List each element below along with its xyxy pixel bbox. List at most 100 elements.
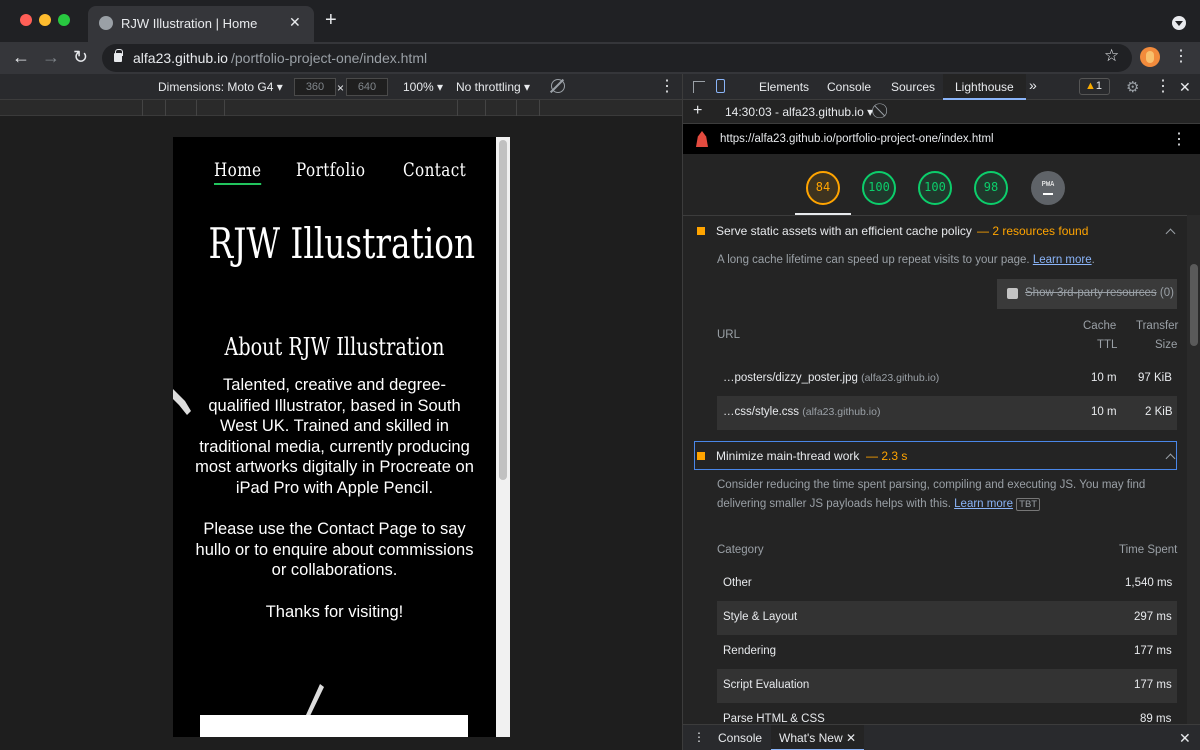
cache-ttl: 10 m (1091, 372, 1117, 384)
page-scrollbar-thumb[interactable] (499, 140, 507, 480)
devtools-menu-icon[interactable]: ⋮ (1155, 79, 1171, 95)
table-row[interactable]: Parse HTML & CSS 89 ms (717, 703, 1177, 724)
report-scrollbar-thumb[interactable] (1190, 264, 1198, 346)
third-party-filter[interactable]: Show 3rd-party resources (0) (997, 279, 1177, 309)
maximize-window-button[interactable] (58, 14, 70, 26)
tab-close-icon[interactable]: ✕ (289, 14, 301, 31)
devtools-close-icon[interactable]: ✕ (1179, 79, 1191, 95)
url-host: alfa23.github.io (133, 50, 228, 66)
category: Parse HTML & CSS (723, 713, 825, 724)
col-transfer-size-1: Transfer (1136, 320, 1179, 332)
audit-main-thread-meta: — 2.3 s (866, 449, 908, 463)
drawer-close-icon[interactable]: ✕ (1179, 730, 1191, 747)
table-row[interactable]: Style & Layout 297 ms (717, 601, 1177, 635)
score-gauge-accessibility[interactable]: 100 (862, 171, 896, 205)
drawer-tab-close-icon[interactable]: ✕ (846, 731, 856, 745)
time-spent: 177 ms (1134, 679, 1172, 691)
col-url: URL (717, 329, 741, 341)
time-spent: 177 ms (1134, 645, 1172, 657)
new-report-button[interactable]: + (693, 102, 702, 120)
more-tabs-icon[interactable]: » (1029, 77, 1037, 93)
nav-link-portfolio[interactable]: Portfolio (296, 159, 365, 181)
score-gauge-seo[interactable]: 98 (974, 171, 1008, 205)
media-query-ruler (0, 100, 682, 116)
lighthouse-icon (696, 131, 708, 147)
new-tab-button[interactable]: + (325, 10, 337, 30)
forward-button[interactable]: → (42, 47, 60, 67)
score-gauge-pwa[interactable]: PWA (1031, 171, 1065, 205)
bookmark-star-icon[interactable]: ☆ (1104, 46, 1119, 66)
throttling-select[interactable]: No throttling ▾ (456, 80, 530, 94)
device-toolbar-menu-icon[interactable]: ⋮ (659, 79, 675, 95)
reload-button[interactable]: ↻ (73, 47, 88, 67)
col-cache-ttl-2: TTL (1097, 339, 1118, 351)
browser-menu-icon[interactable]: ⋮ (1173, 49, 1189, 65)
audit-warning-square (697, 227, 705, 235)
time-spent: 89 ms (1140, 713, 1172, 724)
device-width-input[interactable]: 360 (294, 78, 336, 96)
back-button[interactable]: ← (12, 47, 30, 67)
device-height-input[interactable]: 640 (346, 78, 388, 96)
tbt-badge: TBT (1016, 498, 1041, 511)
learn-more-link[interactable]: Learn more (954, 498, 1013, 510)
warning-icon: ▲ (1085, 80, 1096, 92)
device-dimensions-select[interactable]: Dimensions: Moto G4 ▾ (158, 80, 283, 94)
drawer-tab-console[interactable]: Console (718, 731, 762, 745)
address-bar[interactable]: alfa23.github.io /portfolio-project-one/… (102, 44, 1132, 72)
score-gauge-performance[interactable]: 84 (806, 171, 840, 205)
report-menu-icon[interactable]: ⋮ (1171, 132, 1187, 148)
third-party-checkbox[interactable] (1007, 288, 1018, 299)
drawer-menu-icon[interactable]: ⋮ (693, 730, 705, 744)
tab-elements[interactable]: Elements (759, 80, 809, 94)
collapse-chevron-icon[interactable] (1165, 228, 1176, 239)
third-party-label: Show 3rd-party resources (0) (1025, 287, 1174, 299)
about-text: Talented, creative and degree-qualified … (193, 375, 476, 622)
drawer-tab-whats-new[interactable]: What's New ✕ (771, 725, 865, 750)
globe-icon (99, 16, 113, 30)
tab-console[interactable]: Console (827, 80, 871, 94)
audit-main-thread-title[interactable]: Minimize main-thread work (716, 449, 859, 463)
category: Script Evaluation (723, 679, 810, 691)
transfer-size: 2 KiB (1145, 406, 1173, 418)
times-sign: × (337, 81, 345, 95)
table-row[interactable]: …posters/dizzy_poster.jpg (alfa23.github… (717, 362, 1177, 396)
devtools-drawer: ⋮ Console What's New ✕ ✕ (683, 724, 1200, 750)
lock-icon[interactable] (114, 49, 123, 62)
audit-warning-square (697, 452, 705, 460)
rotate-icon[interactable] (551, 79, 565, 93)
col-time-spent: Time Spent (1119, 544, 1178, 556)
tab-search-icon[interactable] (1172, 16, 1186, 30)
tab-lighthouse[interactable]: Lighthouse (943, 74, 1026, 100)
col-category: Category (717, 544, 764, 556)
warnings-badge[interactable]: ▲1 (1079, 78, 1110, 95)
browser-tab[interactable]: RJW Illustration | Home ✕ (88, 6, 314, 42)
resource-url: …css/style.css (alfa23.github.io) (723, 406, 881, 418)
category: Rendering (723, 645, 777, 657)
site-title: RJW Illustration (208, 219, 476, 268)
minimize-window-button[interactable] (39, 14, 51, 26)
audit-cache-title[interactable]: Serve static assets with an efficient ca… (716, 224, 972, 238)
col-transfer-size-2: Size (1155, 339, 1178, 351)
profile-avatar[interactable] (1140, 47, 1160, 67)
device-toggle-icon[interactable] (716, 79, 725, 93)
nav-link-contact[interactable]: Contact (403, 159, 466, 181)
score-gauge-best-practices[interactable]: 100 (918, 171, 952, 205)
table-row[interactable]: …css/style.css (alfa23.github.io) 10 m 2… (717, 396, 1177, 430)
report-url-row: https://alfa23.github.io/portfolio-proje… (683, 124, 1200, 154)
close-window-button[interactable] (20, 14, 32, 26)
poster-image-placeholder (200, 715, 468, 737)
tab-sources[interactable]: Sources (891, 80, 935, 94)
inspect-element-icon[interactable] (693, 81, 705, 93)
table-row[interactable]: Script Evaluation 177 ms (717, 669, 1177, 703)
devtools-panel: Elements Console Sources Lighthouse » ▲1… (682, 74, 1200, 750)
nav-link-home[interactable]: Home (214, 159, 262, 185)
table-row[interactable]: Other 1,540 ms (717, 567, 1177, 601)
device-toolbar: Dimensions: Moto G4 ▾ 360 × 640 100% ▾ N… (0, 74, 682, 100)
settings-gear-icon[interactable]: ⚙ (1126, 78, 1139, 96)
lighthouse-report-bar: + 14:30:03 - alfa23.github.io ▾ ⃠ (683, 100, 1200, 124)
zoom-select[interactable]: 100% ▾ (403, 80, 443, 94)
resource-url: …posters/dizzy_poster.jpg (alfa23.github… (723, 372, 940, 384)
report-selector[interactable]: 14:30:03 - alfa23.github.io ▾ (725, 105, 873, 119)
learn-more-link[interactable]: Learn more (1033, 254, 1092, 266)
table-row[interactable]: Rendering 177 ms (717, 635, 1177, 669)
